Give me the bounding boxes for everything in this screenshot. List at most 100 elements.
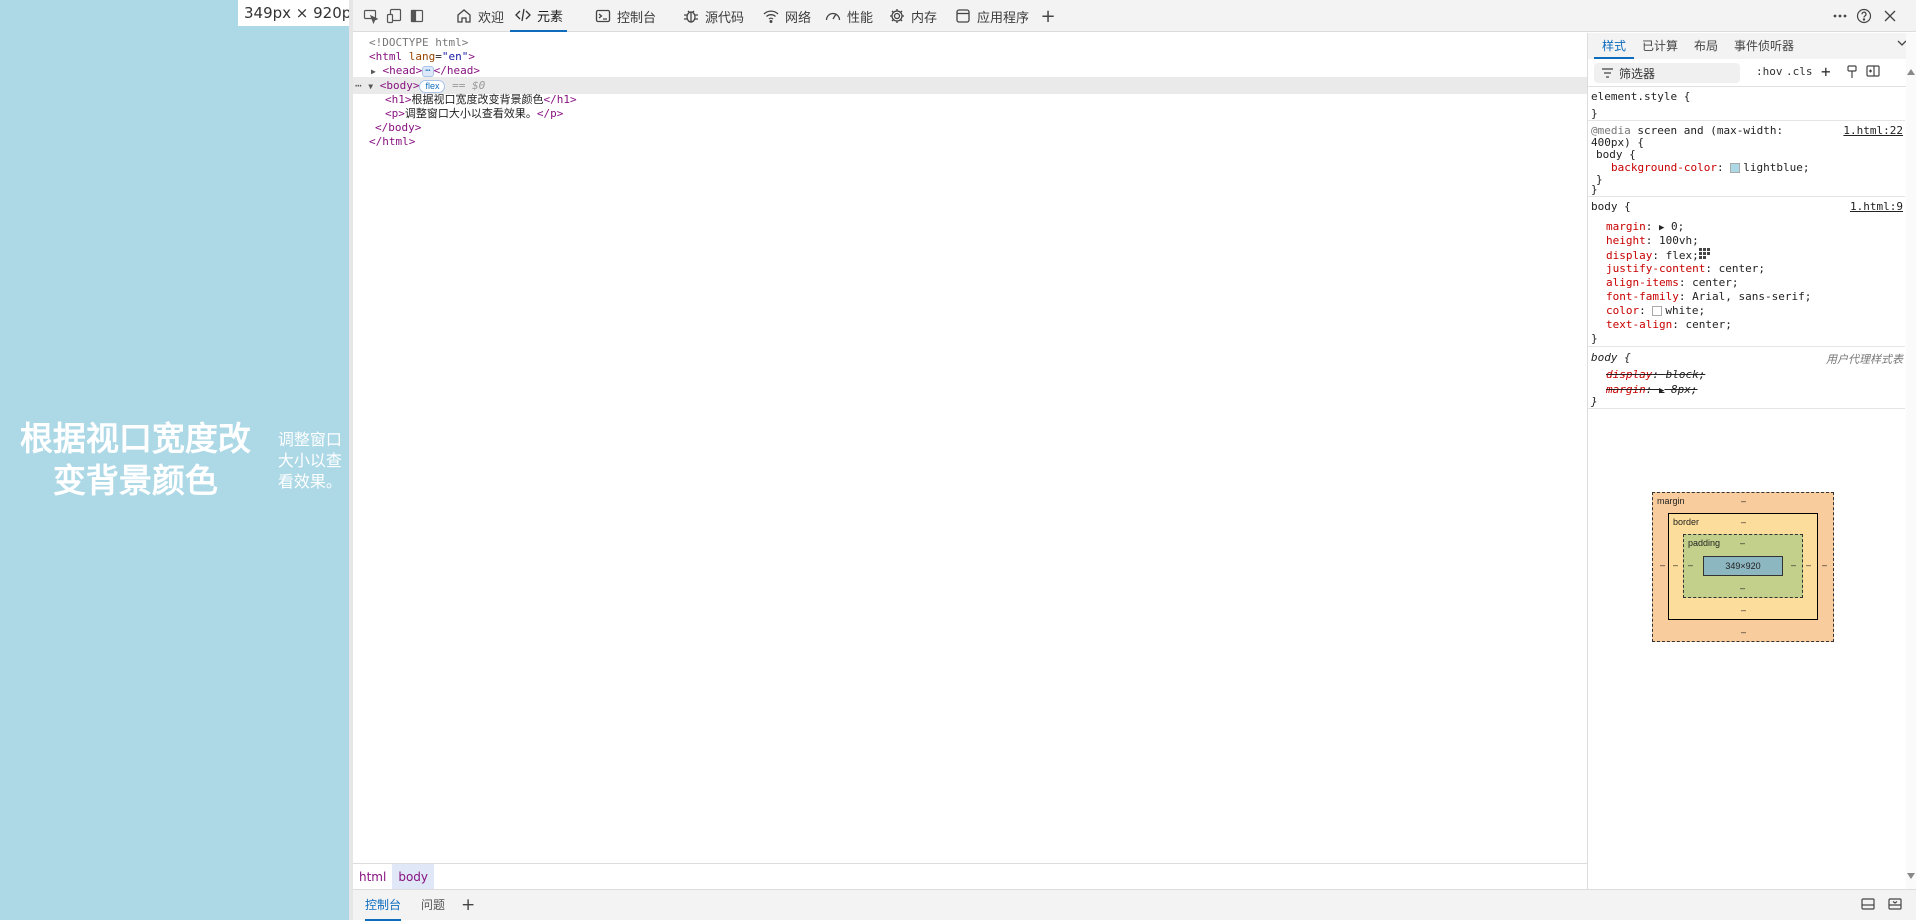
color-swatch[interactable] (1652, 306, 1663, 316)
border-top-value[interactable]: – (1741, 517, 1746, 527)
dom-tree: <!DOCTYPE html> <html lang="en"> ▶ <head… (353, 33, 1587, 863)
declaration-display[interactable]: display: flex; (1606, 248, 1711, 263)
margin-bottom-value[interactable]: – (1741, 627, 1746, 637)
box-margin[interactable]: margin – – – – border – – – – padding – … (1652, 492, 1834, 642)
tab-elements[interactable]: 元素 (510, 0, 568, 32)
box-padding[interactable]: padding – – – – 349×920 (1683, 534, 1803, 598)
close-drawer-icon[interactable] (1888, 898, 1902, 913)
tab-console[interactable]: 控制台 (590, 0, 660, 32)
color-swatch[interactable] (1730, 163, 1741, 173)
bug-icon (684, 10, 698, 23)
margin-label: margin (1657, 496, 1685, 506)
declaration-margin-overridden[interactable]: margin: ▶ 8px; (1606, 383, 1698, 398)
rule-close: } (1591, 107, 1598, 120)
cls-button[interactable]: .cls (1786, 65, 1813, 78)
rule-media: @media screen and (max-width: 1.html:22 … (1588, 121, 1905, 197)
tab-memory[interactable]: 内存 (884, 0, 941, 32)
more-icon[interactable] (1829, 5, 1851, 27)
drawer-tab-issues[interactable]: 问题 (421, 890, 445, 921)
padding-right-value[interactable]: – (1791, 560, 1796, 570)
padding-bottom-value[interactable]: – (1740, 583, 1745, 593)
rule-source-link[interactable]: 1.html:22 (1843, 124, 1903, 137)
rule-selector[interactable]: element.style { (1591, 90, 1690, 104)
help-icon[interactable] (1853, 5, 1875, 27)
drawer-tab-console[interactable]: 控制台 (365, 890, 402, 921)
home-icon (457, 9, 471, 23)
page-preview: 根据视口宽度改变背景颜色 调整窗口大小以查看效果。 (0, 0, 349, 920)
dom-line-html-close[interactable]: </html> (353, 133, 1587, 150)
border-label: border (1673, 517, 1700, 527)
declaration-align-items[interactable]: align-items: center; (1606, 276, 1738, 290)
tab-label: 性能 (847, 10, 874, 26)
filter-input[interactable]: 筛选器 (1594, 63, 1740, 83)
tab-welcome[interactable]: 欢迎 (451, 0, 508, 32)
dock-icon[interactable] (406, 6, 428, 26)
box-model-diagram: margin – – – – border – – – – padding – … (1652, 492, 1834, 642)
box-border[interactable]: border – – – – padding – – – – 349×920 (1668, 513, 1818, 620)
rule-selector[interactable]: body { (1596, 148, 1636, 162)
prop-name: align-items (1606, 276, 1679, 289)
declaration-margin[interactable]: margin: ▶ 0; (1606, 220, 1684, 235)
styles-pane: 样式 已计算 布局 事件侦听器 筛选器 :hov .cls + element.… (1588, 33, 1916, 889)
paint-brush-icon[interactable] (1846, 65, 1858, 82)
padding-left-value[interactable]: – (1688, 560, 1693, 570)
tab-sources[interactable]: 源代码 (678, 0, 748, 32)
rule-selector: body { (1591, 351, 1631, 364)
tab-performance[interactable]: 性能 (820, 0, 877, 32)
dock-drawer-icon[interactable] (1861, 898, 1875, 913)
tab-layout[interactable]: 布局 (1686, 33, 1726, 59)
tab-event-listeners[interactable]: 事件侦听器 (1726, 33, 1802, 59)
tab-application[interactable]: 应用程序 (950, 0, 1033, 32)
declaration-font-family[interactable]: font-family: Arial, sans-serif; (1606, 290, 1811, 304)
user-agent-label: 用户代理样式表 (1826, 354, 1903, 366)
prop-value: 100vh; (1659, 234, 1699, 247)
rule-source-link[interactable]: 1.html:9 (1850, 200, 1903, 213)
box-content[interactable]: 349×920 (1703, 556, 1783, 576)
border-right-value[interactable]: – (1806, 560, 1811, 570)
prop-value: block; (1665, 368, 1706, 381)
breadcrumb-html[interactable]: html (353, 864, 392, 890)
preview-paragraph: 调整窗口大小以查看效果。 (277, 429, 342, 491)
margin-right-value[interactable]: – (1822, 560, 1827, 570)
filter-placeholder: 筛选器 (1619, 66, 1656, 81)
border-bottom-value[interactable]: – (1741, 605, 1746, 615)
styles-filter-bar: 筛选器 :hov .cls + (1588, 59, 1916, 87)
add-tab-button[interactable]: + (1037, 5, 1059, 27)
padding-top-value[interactable]: – (1740, 538, 1745, 548)
collapsed-ellipsis[interactable]: ⋯ (422, 65, 434, 77)
device-emulation-icon[interactable] (383, 6, 405, 26)
expand-arrow-icon[interactable]: ▶ (371, 67, 376, 76)
rule-close: } (1591, 332, 1598, 345)
margin-left-value[interactable]: – (1660, 560, 1665, 570)
declaration-height[interactable]: height: 100vh; (1606, 234, 1699, 248)
hov-button[interactable]: :hov (1756, 65, 1783, 78)
collapse-arrow-icon[interactable]: ▼ (368, 82, 373, 91)
declaration-color[interactable]: color: white; (1606, 304, 1705, 318)
expand-triangle-icon[interactable]: ▶ (1659, 386, 1664, 396)
margin-top-value[interactable]: – (1741, 496, 1746, 506)
declaration-display-overridden[interactable]: display: block; (1606, 368, 1705, 382)
tab-label: 控制台 (617, 10, 657, 26)
tag-close: </html> (369, 135, 416, 148)
app-icon (956, 9, 970, 23)
add-rule-icon[interactable]: + (1821, 62, 1831, 81)
rule-user-agent: body { 用户代理样式表 display: block; margin: ▶… (1588, 347, 1905, 409)
rule-selector[interactable]: body { (1591, 200, 1631, 214)
inspect-icon[interactable] (360, 6, 382, 26)
declaration-text-align[interactable]: text-align: center; (1606, 318, 1732, 332)
tab-computed[interactable]: 已计算 (1634, 33, 1686, 59)
tab-network[interactable]: 网络 (758, 0, 815, 32)
drawer-add-button[interactable]: + (461, 890, 475, 921)
declaration-background-color[interactable]: background-color: lightblue; (1611, 161, 1809, 175)
border-left-value[interactable]: – (1673, 560, 1678, 570)
tab-styles[interactable]: 样式 (1594, 33, 1635, 59)
close-icon[interactable] (1879, 5, 1901, 27)
tab-label: 源代码 (705, 10, 745, 26)
styles-scrollbar[interactable] (1906, 33, 1916, 889)
prop-name: justify-content (1606, 262, 1706, 275)
flex-editor-icon[interactable] (1698, 248, 1711, 262)
declaration-justify-content[interactable]: justify-content: center; (1606, 262, 1765, 276)
breadcrumb-body[interactable]: body (392, 863, 435, 890)
toggle-sidebar-icon[interactable] (1866, 65, 1880, 80)
expand-triangle-icon[interactable]: ▶ (1659, 223, 1664, 233)
